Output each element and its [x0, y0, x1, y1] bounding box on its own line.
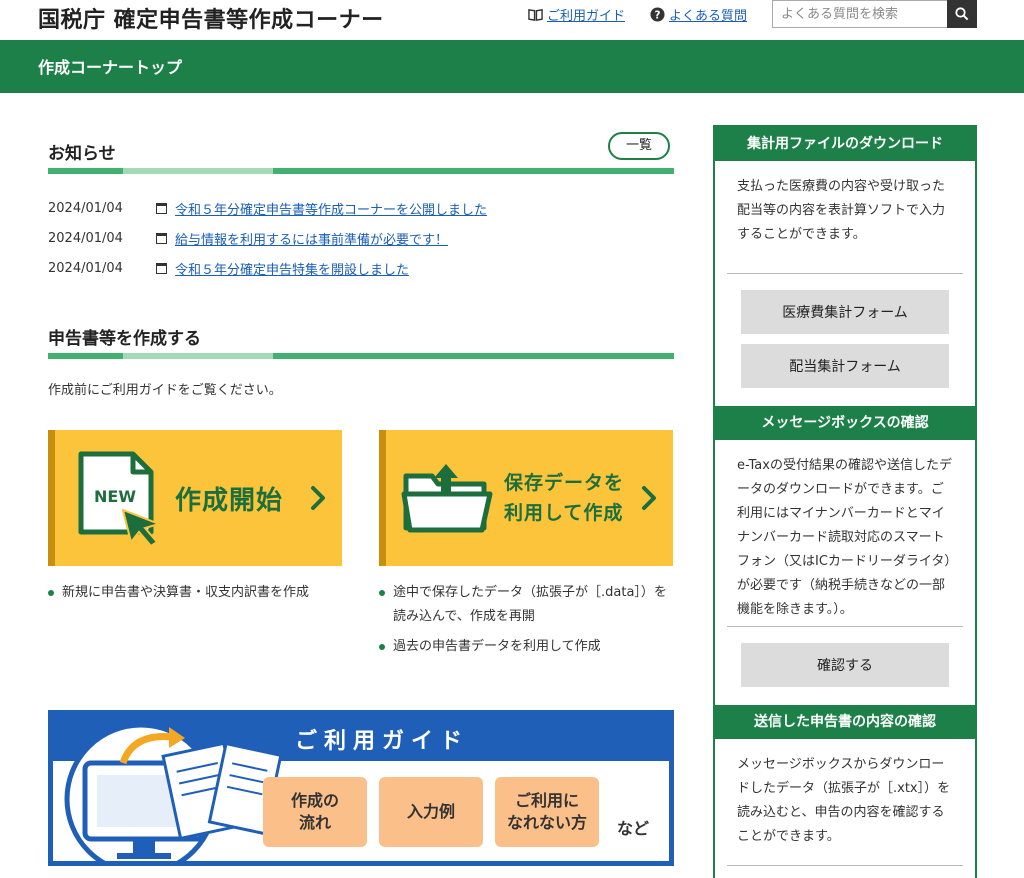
sent-return-panel-text: メッセージボックスからダウンロードしたデータ（拡張子が［.xtx］）を読み込むと…: [737, 757, 951, 844]
note-item: 新規に申告書や決算書・収支内訳書を作成: [48, 581, 348, 605]
download-panel: 集計用ファイルのダウンロード 支払った医療費の内容や受け取った配当等の内容を表計…: [713, 127, 977, 406]
top-nav-bar: 作成コーナートップ: [0, 40, 1024, 93]
chevron-right-icon: [642, 486, 656, 510]
news-title: お知らせ: [48, 144, 116, 164]
news-link[interactable]: 令和５年分確定申告特集を開設しました: [175, 259, 409, 278]
section-rule: [48, 353, 674, 359]
book-icon: [528, 8, 543, 21]
start-new-card[interactable]: NEW 作成開始: [48, 430, 342, 566]
monitor-documents-illustration: [64, 722, 281, 861]
note-item: 過去の申告書データを利用して作成: [379, 635, 679, 659]
svg-text:?: ?: [655, 9, 661, 21]
create-intro: 作成前にご利用ガイドをご覧ください。: [48, 383, 282, 398]
divider: [727, 865, 963, 866]
download-panel-text: 支払った医療費の内容や受け取った配当等の内容を表計算ソフトで入力することができま…: [737, 179, 946, 242]
nav-title[interactable]: 作成コーナートップ: [38, 54, 182, 78]
use-saved-label-line2: 利用して作成: [504, 502, 624, 524]
window-icon: [156, 202, 167, 214]
sent-return-panel: 送信した申告書の内容の確認 メッセージボックスからダウンロードしたデータ（拡張子…: [713, 705, 977, 866]
start-new-notes: 新規に申告書や決算書・収支内訳書を作成: [48, 581, 348, 611]
news-date: 2024/01/04: [48, 260, 123, 276]
guide-etc: など: [617, 819, 650, 838]
chip-line: なれない方: [506, 813, 587, 832]
faq-link[interactable]: ? よくある質問: [650, 5, 747, 24]
site-title[interactable]: 国税庁 確定申告書等作成コーナー: [38, 2, 384, 34]
messagebox-panel-text: e-Taxの受付結果の確認や送信したデータのダウンロードができます。ご利用にはマ…: [737, 458, 952, 617]
use-saved-label-line1: 保存データを: [504, 472, 625, 494]
news-item: 2024/01/04 給与情報を利用するには事前準備が必要です！: [48, 223, 487, 253]
create-section-header: 申告書等を作成する: [48, 323, 674, 359]
news-list: 2024/01/04 令和５年分確定申告書等作成コーナーを公開しました 2024…: [48, 193, 487, 283]
site-header: 国税庁 確定申告書等作成コーナー ご利用ガイド ? よくある質問: [0, 0, 1024, 40]
guide-chip-examples: 入力例: [379, 777, 483, 847]
start-new-label: 作成開始: [175, 485, 284, 516]
chip-line: 流れ: [298, 813, 331, 832]
new-badge: NEW: [94, 487, 136, 506]
faq-search: [772, 0, 977, 28]
window-icon: [156, 262, 167, 274]
news-link[interactable]: 令和５年分確定申告書等作成コーナーを公開しました: [175, 199, 487, 218]
sent-return-panel-title: 送信した申告書の内容の確認: [713, 705, 977, 739]
section-rule: [48, 168, 674, 174]
messagebox-confirm-button[interactable]: 確認する: [741, 643, 949, 687]
news-item: 2024/01/04 令和５年分確定申告特集を開設しました: [48, 253, 487, 283]
chip-line: 作成の: [290, 791, 339, 810]
messagebox-panel-title: メッセージボックスの確認: [713, 406, 977, 440]
messagebox-panel: メッセージボックスの確認 e-Taxの受付結果の確認や送信したデータのダウンロー…: [713, 406, 977, 705]
news-date: 2024/01/04: [48, 230, 123, 246]
news-item: 2024/01/04 令和５年分確定申告書等作成コーナーを公開しました: [48, 193, 487, 223]
use-saved-data-card[interactable]: 保存データを 利用して作成: [379, 430, 673, 566]
faq-link-label: よくある質問: [669, 9, 748, 24]
chevron-right-icon: [311, 486, 325, 510]
folder-upload-icon: [401, 464, 493, 533]
new-document-icon: NEW: [78, 451, 163, 548]
news-section-header: お知らせ 一覧: [48, 132, 674, 174]
search-button[interactable]: [947, 0, 977, 28]
sidebar: 集計用ファイルのダウンロード 支払った医療費の内容や受け取った配当等の内容を表計…: [713, 125, 977, 878]
faq-search-input[interactable]: [772, 0, 947, 28]
use-saved-notes: 途中で保存したデータ（拡張子が［.data］）を読み込んで、作成を再開 過去の申…: [379, 581, 679, 665]
window-icon: [156, 232, 167, 244]
note-item: 途中で保存したデータ（拡張子が［.data］）を読み込んで、作成を再開: [379, 581, 679, 629]
guide-chip-beginners: ご利用に なれない方: [495, 777, 599, 847]
chip-line: ご利用に: [514, 791, 579, 810]
question-icon: ?: [650, 7, 665, 22]
search-icon: [955, 7, 969, 21]
news-link[interactable]: 給与情報を利用するには事前準備が必要です！: [175, 229, 448, 248]
news-list-button[interactable]: 一覧: [608, 132, 670, 160]
guide-banner-title: ご利用ガイド: [295, 729, 470, 754]
medical-expense-form-button[interactable]: 医療費集計フォーム: [741, 290, 949, 334]
create-title: 申告書等を作成する: [48, 329, 201, 349]
use-saved-label: 保存データを 利用して作成: [504, 468, 644, 528]
news-date: 2024/01/04: [48, 200, 123, 216]
guide-link-label: ご利用ガイド: [547, 9, 626, 24]
dividend-form-button[interactable]: 配当集計フォーム: [741, 344, 949, 388]
download-panel-title: 集計用ファイルのダウンロード: [713, 127, 977, 161]
guide-chip-flow: 作成の 流れ: [263, 777, 367, 847]
guide-link[interactable]: ご利用ガイド: [528, 5, 625, 24]
guide-banner[interactable]: ご利用ガイド 作成の流れ 入力例 ご利用になれない方 など: [48, 710, 674, 866]
